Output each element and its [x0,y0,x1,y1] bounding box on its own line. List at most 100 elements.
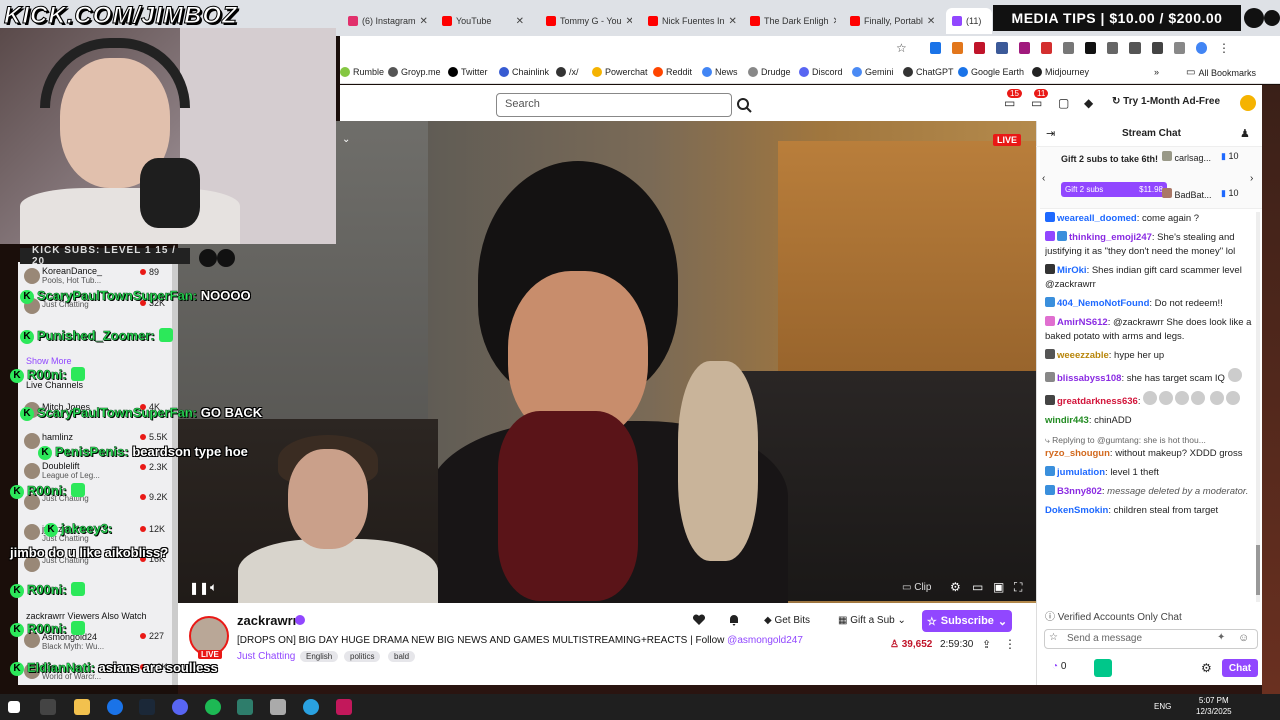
get-bits-button[interactable]: ◆ Get Bits [758,612,816,629]
bookmark-item[interactable]: Rumble [340,67,384,77]
collapse-chat-icon[interactable]: ⇥ [1046,127,1055,140]
close-tab-icon[interactable]: ✕ [927,16,935,27]
user-avatar[interactable] [1240,95,1256,111]
extension-icon[interactable] [1129,42,1141,54]
channel-name[interactable]: zackrawrr [237,613,298,628]
chat-scrollbar[interactable] [1256,212,1260,602]
notification-bell-icon[interactable] [727,613,741,632]
close-tab-icon[interactable]: ✕ [626,16,632,27]
all-bookmarks[interactable]: ▭ All Bookmarks [1186,67,1256,78]
browser-tab-active[interactable]: (11) [946,8,992,34]
extension-icon[interactable] [974,42,986,54]
community-icon[interactable]: ♟ [1240,127,1250,140]
fullscreen-icon[interactable]: ⛶ [1014,580,1022,595]
browser-tab[interactable]: Finally, Portabl ✕ [844,8,940,34]
bookmark-item[interactable]: Discord [799,67,843,77]
extension-icon[interactable] [930,42,942,54]
browser-tab[interactable]: (6) Instagram ✕ [342,8,430,34]
calendar-reward-icon[interactable] [1094,659,1112,677]
file-explorer-icon[interactable] [74,699,90,715]
bookmark-item[interactable]: Midjourney [1032,67,1089,77]
channel-avatar[interactable] [24,463,40,479]
tag-chip[interactable]: English [300,651,339,662]
mention-link[interactable]: @asmongold247 [727,635,803,646]
extension-icon[interactable] [1062,42,1075,54]
menu-dots-icon[interactable]: ⋮ [1218,42,1230,56]
extension-icon[interactable] [1018,42,1030,54]
windows-start-icon[interactable] [8,701,20,713]
spotify-icon[interactable] [205,699,221,715]
extension-icon[interactable] [996,42,1008,54]
gift-sub-button[interactable]: ▦ Gift a Sub ⌄ [832,612,912,629]
bookmark-item[interactable]: Twitter [448,67,488,77]
chevron-left-icon[interactable]: ‹ [1042,173,1045,184]
search-button[interactable] [733,93,755,117]
address-bar[interactable]: ☆ ⋮ [340,36,1280,62]
sidebar-channel[interactable]: KoreanDance_ Pools, Hot Tub... [42,266,102,285]
bookmark-item[interactable]: Reddit [653,67,692,77]
chat-scrollbar-thumb[interactable] [1256,545,1260,595]
volume-icon[interactable]: 🔈︎ [210,580,217,595]
bits-icon[interactable]: ✦ [1217,632,1225,643]
metamask-icon[interactable] [952,42,964,54]
emote-picker-icon[interactable]: ☺ [1238,632,1249,644]
whispers-icon[interactable]: ▭ [1031,96,1042,110]
tag-chip[interactable]: bald [388,651,416,662]
chat-input[interactable]: Send a message [1044,629,1258,649]
x-icon[interactable] [1085,42,1097,54]
app-icon[interactable] [336,699,352,715]
channel-avatar[interactable] [24,268,40,284]
crown-icon[interactable]: ◆ [1084,96,1093,110]
channel-avatar[interactable] [24,524,40,540]
bookmark-item[interactable]: /x/ [556,67,579,77]
theatre-icon[interactable]: ▭ [972,580,983,594]
bookmark-item[interactable]: News [702,67,738,77]
chat-send-button[interactable]: Chat [1222,659,1258,677]
bookmark-item[interactable]: Drudge [748,67,791,77]
chrome-icon[interactable] [107,699,123,715]
channel-points[interactable]: ◔ 0 [1052,661,1066,672]
bookmark-item[interactable]: Gemini [852,67,894,77]
close-tab-icon[interactable]: ✕ [420,16,428,27]
settings-icon[interactable]: ⚙ [950,580,961,594]
extension-icon[interactable] [1151,42,1163,54]
sidebar-channel[interactable]: Doublelift League of Leg... [42,461,100,480]
close-tab-icon[interactable]: ✕ [729,16,736,27]
sidebar-scrollbar[interactable] [172,262,178,685]
close-tab-icon[interactable]: ✕ [833,16,836,27]
category-link[interactable]: Just Chatting [237,651,295,662]
star-icon[interactable]: ☆ [896,41,907,55]
ad-free-button[interactable]: ↻ Try 1-Month Ad-Free [1112,96,1220,107]
system-clock[interactable]: 5:07 PM 12/3/2025 [1196,695,1232,717]
subscribe-button[interactable]: ☆ Subscribe ⌄ [922,610,1012,632]
puzzle-icon[interactable] [1107,42,1119,54]
more-options-icon[interactable]: ⋮ [1004,637,1016,651]
bookmark-item[interactable]: Groyp.me [388,67,441,77]
more-bookmarks-icon[interactable]: » [1154,67,1159,77]
show-more-link[interactable]: Show More [26,356,72,366]
bookmark-item[interactable]: ChatGPT [903,67,954,77]
language-indicator[interactable]: ENG [1154,702,1171,711]
app-icon[interactable] [303,699,319,715]
bookmark-item[interactable]: Google Earth [958,67,1024,77]
profile-avatar[interactable] [1195,42,1208,54]
app-icon[interactable] [237,699,253,715]
chevron-down-icon[interactable]: ⌄ [342,134,350,145]
close-tab-icon[interactable]: ✕ [516,16,524,27]
search-input[interactable]: Search [496,93,732,117]
task-view-icon[interactable] [40,699,56,715]
clip-button[interactable]: ▭ Clip [902,582,931,593]
follow-heart-icon[interactable] [692,613,706,632]
share-icon[interactable]: ⇪ [982,638,991,651]
discord-icon[interactable] [172,699,188,715]
bookmark-item[interactable]: Powerchat [592,67,648,77]
chevron-right-icon[interactable]: › [1250,173,1253,184]
inbox-icon[interactable]: ▭ [1004,96,1015,110]
sidebar-channel[interactable]: hamlinz [42,432,73,442]
app-icon[interactable] [270,699,286,715]
extension-icon[interactable] [1173,42,1185,54]
gift-subs-button[interactable]: Gift 2 subs $11.98 [1061,182,1167,197]
browser-tab[interactable]: Tommy G - You ✕ [540,8,632,34]
mini-player-icon[interactable]: ▣ [993,580,1004,594]
extension-icon[interactable] [1040,42,1052,54]
